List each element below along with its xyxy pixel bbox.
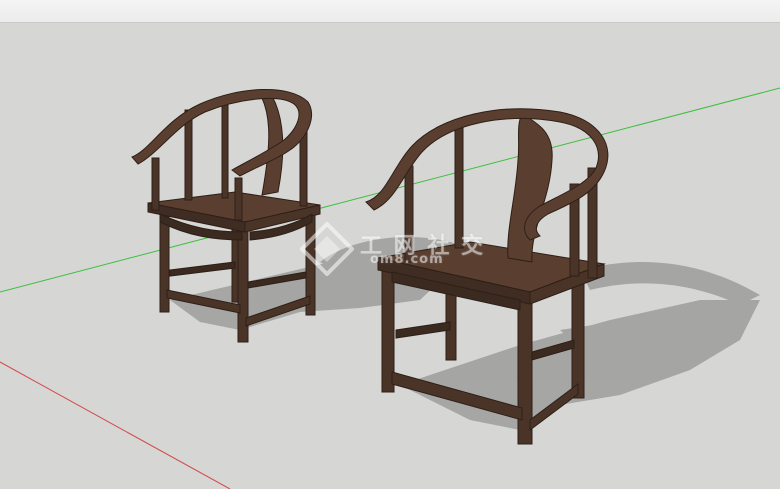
red-axis	[0, 361, 231, 489]
scene-canvas[interactable]	[0, 0, 780, 489]
modeling-viewport[interactable]: 工 网 社 交 om8.com	[0, 0, 780, 489]
chair-left[interactable]	[131, 88, 321, 343]
